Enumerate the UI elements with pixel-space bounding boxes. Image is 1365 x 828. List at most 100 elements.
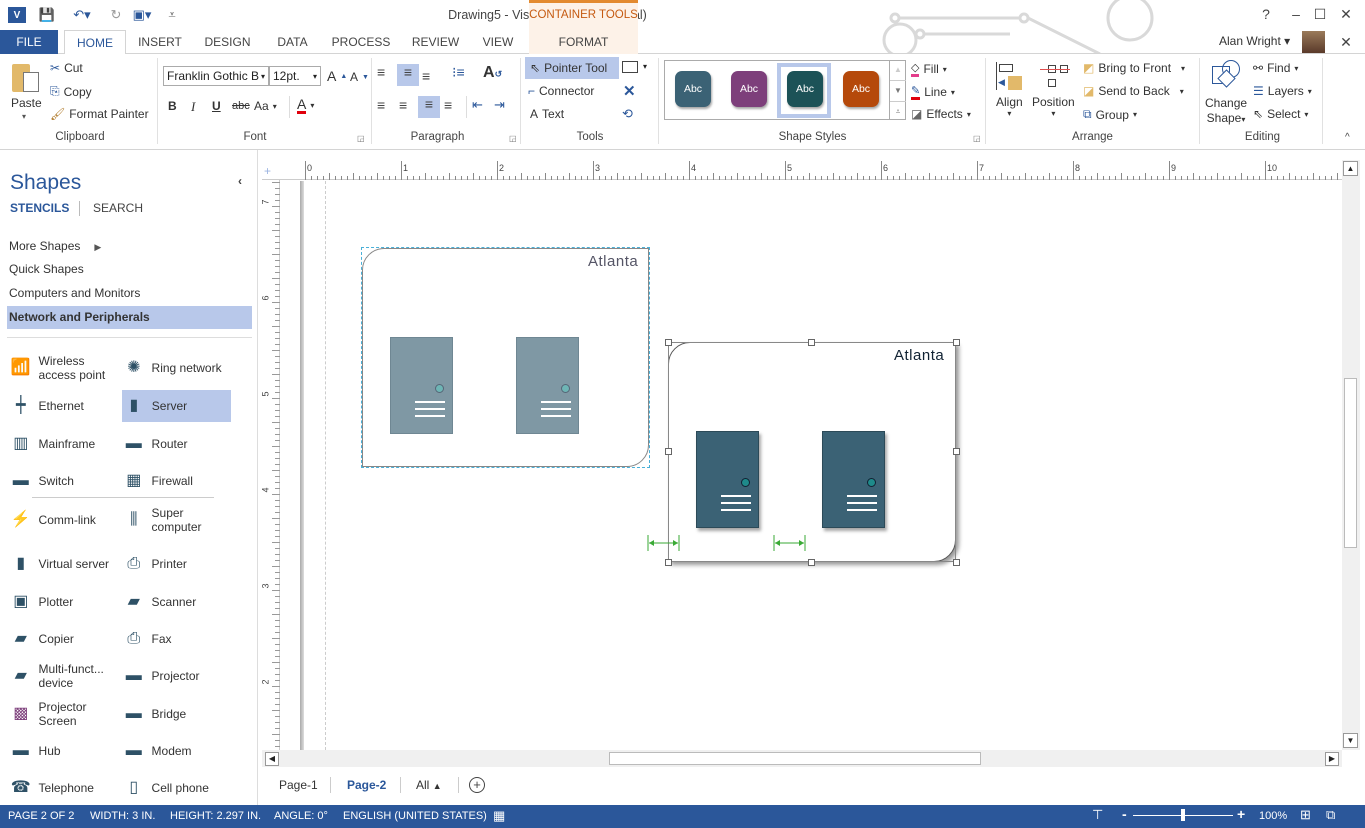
- stencil-item[interactable]: ▦ Firewall: [122, 465, 230, 497]
- resize-handle[interactable]: [665, 559, 672, 566]
- zoom-out-button[interactable]: -: [1122, 806, 1127, 822]
- paste-button[interactable]: Paste: [11, 96, 42, 110]
- nav-more-shapes[interactable]: More Shapes ▶: [9, 239, 101, 253]
- vertical-scroll-thumb[interactable]: [1344, 378, 1357, 548]
- stencil-item[interactable]: ▣ Plotter: [9, 586, 117, 618]
- add-page-icon[interactable]: +: [469, 777, 485, 793]
- stencil-item[interactable]: ⫼ Super computer: [122, 504, 230, 536]
- shape-style-1[interactable]: Abc: [675, 71, 711, 107]
- shape-style-2[interactable]: Abc: [731, 71, 767, 107]
- font-color-button[interactable]: A ▾: [297, 97, 314, 114]
- zoom-slider-thumb[interactable]: [1181, 809, 1185, 821]
- status-height[interactable]: HEIGHT: 2.297 IN.: [170, 810, 261, 822]
- stencil-item[interactable]: ▮ Virtual server: [9, 548, 117, 580]
- rectangle-tool-icon[interactable]: [622, 61, 638, 73]
- shape-style-3[interactable]: Abc: [787, 71, 823, 107]
- close-document-button[interactable]: ✕: [1336, 34, 1356, 51]
- italic-button[interactable]: I: [191, 99, 195, 115]
- fill-button[interactable]: ◇ Fill ▾: [911, 61, 947, 77]
- stencil-item[interactable]: ⚡ Comm-link: [9, 504, 117, 536]
- stencil-item[interactable]: ▰ Multi-funct... device: [9, 660, 117, 692]
- resize-handle[interactable]: [953, 339, 960, 346]
- stencil-item[interactable]: ▬ Switch: [9, 465, 117, 497]
- tab-format[interactable]: FORMAT: [529, 30, 638, 54]
- gallery-up-icon[interactable]: ▲: [890, 60, 906, 80]
- connection-point-icon[interactable]: ⟲: [622, 106, 633, 122]
- all-pages-button[interactable]: All ▲: [416, 778, 442, 792]
- format-painter-button[interactable]: 🖌 Format Painter: [50, 107, 149, 121]
- tab-home[interactable]: HOME: [64, 30, 126, 55]
- send-to-back-button[interactable]: ◪ Send to Back ▾: [1083, 84, 1184, 98]
- decrease-indent-icon[interactable]: ⇤: [472, 97, 483, 113]
- bullets-icon[interactable]: ⁝≡: [452, 64, 470, 81]
- tab-design[interactable]: DESIGN: [200, 30, 255, 54]
- bold-button[interactable]: B: [168, 99, 177, 113]
- maximize-button[interactable]: ☐: [1310, 6, 1330, 23]
- tab-search[interactable]: SEARCH: [93, 201, 143, 215]
- gallery-scroll[interactable]: ▲ ▼ ⩡: [889, 60, 906, 120]
- resize-handle[interactable]: [808, 559, 815, 566]
- status-language[interactable]: ENGLISH (UNITED STATES): [343, 810, 487, 822]
- paragraph-dialog-launcher-icon[interactable]: ◲: [509, 134, 517, 143]
- underline-button[interactable]: U: [212, 99, 221, 113]
- user-name[interactable]: Alan Wright ▾: [1219, 34, 1290, 48]
- server-shape[interactable]: [696, 431, 759, 528]
- align-right-icon[interactable]: ≡: [418, 96, 440, 118]
- stencil-item[interactable]: ▬ Router: [122, 428, 230, 460]
- connector-tool-button[interactable]: ⌐ Connector: [528, 84, 594, 98]
- grow-font-button[interactable]: A ▲: [327, 68, 347, 84]
- align-button[interactable]: Align ▾: [996, 95, 1023, 118]
- stencil-item[interactable]: ▰ Copier: [9, 623, 117, 655]
- scroll-down-button[interactable]: ▼: [1343, 733, 1358, 748]
- page-tab-1[interactable]: Page-1: [279, 778, 318, 792]
- help-button[interactable]: ?: [1256, 6, 1276, 22]
- resize-handle[interactable]: [808, 339, 815, 346]
- tab-review[interactable]: REVIEW: [408, 30, 463, 54]
- stencil-item[interactable]: ▬ Bridge: [122, 698, 230, 730]
- align-bottom-icon[interactable]: ≡: [422, 68, 440, 86]
- cut-button[interactable]: ✂ Cut: [50, 61, 83, 75]
- user-avatar[interactable]: [1302, 31, 1325, 53]
- status-width[interactable]: WIDTH: 3 IN.: [90, 810, 155, 822]
- stencil-item[interactable]: ☎ Telephone: [9, 772, 117, 804]
- align-center-icon[interactable]: ≡: [399, 97, 407, 113]
- change-shape-button[interactable]: Change Shape▾: [1205, 96, 1247, 127]
- scroll-up-button[interactable]: ▲: [1343, 161, 1358, 176]
- line-button[interactable]: ✎ Line ▾: [911, 84, 955, 100]
- delete-connector-icon[interactable]: ✕: [623, 82, 636, 100]
- page-tab-2[interactable]: Page-2: [347, 778, 386, 792]
- position-button[interactable]: Position ▾: [1032, 95, 1075, 118]
- font-dialog-launcher-icon[interactable]: ◲: [357, 134, 365, 143]
- shape-style-4[interactable]: Abc: [843, 71, 879, 107]
- paste-icon[interactable]: [12, 60, 42, 94]
- align-left-icon[interactable]: ≡: [377, 97, 385, 113]
- server-shape-ghost[interactable]: [390, 337, 453, 434]
- stencil-item[interactable]: ▩ Projector Screen: [9, 698, 117, 730]
- change-case-button[interactable]: Aa ▾: [254, 99, 277, 113]
- stencil-item[interactable]: ▥ Mainframe: [9, 428, 117, 460]
- align-middle-icon[interactable]: ≡: [397, 64, 419, 86]
- stencil-item[interactable]: ┿ Ethernet: [9, 390, 117, 422]
- paste-dropdown-icon[interactable]: ▾: [22, 112, 26, 121]
- rectangle-tool-dropdown-icon[interactable]: ▾: [643, 62, 647, 71]
- collapse-ribbon-icon[interactable]: ^: [1345, 132, 1350, 143]
- shape-styles-dialog-launcher-icon[interactable]: ◲: [973, 134, 981, 143]
- tab-insert[interactable]: INSERT: [135, 30, 185, 54]
- stencil-item[interactable]: ▮ Server: [122, 390, 231, 422]
- scroll-right-button[interactable]: ▶: [1325, 752, 1339, 766]
- text-tool-button[interactable]: A Text: [530, 107, 564, 121]
- copy-button[interactable]: ⎘ Copy: [50, 84, 92, 99]
- tab-data[interactable]: DATA: [270, 30, 315, 54]
- server-shape-ghost[interactable]: [516, 337, 579, 434]
- tab-stencils[interactable]: STENCILS: [10, 201, 69, 215]
- stencil-item[interactable]: ▯ Cell phone: [122, 772, 230, 804]
- text-direction-icon[interactable]: A↺: [483, 64, 502, 82]
- stencil-item[interactable]: ▬ Projector: [122, 660, 230, 692]
- resize-handle[interactable]: [665, 339, 672, 346]
- presentation-mode-icon[interactable]: ⊤: [1092, 807, 1103, 823]
- align-top-icon[interactable]: ≡: [377, 64, 395, 82]
- bring-to-front-button[interactable]: ◩ Bring to Front ▾: [1083, 61, 1185, 75]
- nav-computers-monitors[interactable]: Computers and Monitors: [9, 286, 140, 300]
- zoom-level[interactable]: 100%: [1259, 810, 1287, 822]
- gallery-more-icon[interactable]: ⩡: [890, 101, 906, 122]
